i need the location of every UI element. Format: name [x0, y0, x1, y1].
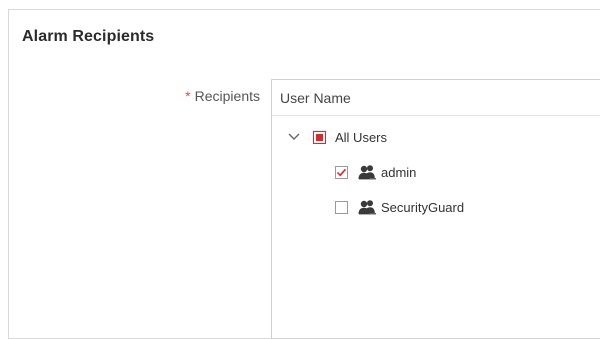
- securityguard-label[interactable]: SecurityGuard: [381, 200, 464, 215]
- securityguard-checkbox[interactable]: [335, 200, 348, 214]
- users-icon: [358, 165, 376, 180]
- all-users-checkbox[interactable]: [313, 130, 326, 144]
- user-name-column-header: User Name: [272, 80, 600, 116]
- recipients-field-label: * Recipients: [185, 88, 260, 104]
- all-users-label[interactable]: All Users: [335, 130, 387, 145]
- tree-node-admin[interactable]: admin: [335, 162, 416, 182]
- required-marker: *: [185, 88, 191, 104]
- admin-checkbox[interactable]: [335, 165, 348, 179]
- chevron-down-icon[interactable]: [287, 130, 301, 144]
- recipients-label: Recipients: [194, 88, 260, 104]
- tree-node-all-users[interactable]: All Users: [287, 127, 387, 147]
- checkmark-icon: [336, 168, 347, 176]
- users-icon: [358, 200, 376, 215]
- recipients-tree[interactable]: User Name All Users admin SecurityGuard: [271, 79, 600, 339]
- tree-node-securityguard[interactable]: SecurityGuard: [335, 197, 464, 217]
- admin-label[interactable]: admin: [381, 165, 416, 180]
- panel-title: Alarm Recipients: [22, 28, 155, 45]
